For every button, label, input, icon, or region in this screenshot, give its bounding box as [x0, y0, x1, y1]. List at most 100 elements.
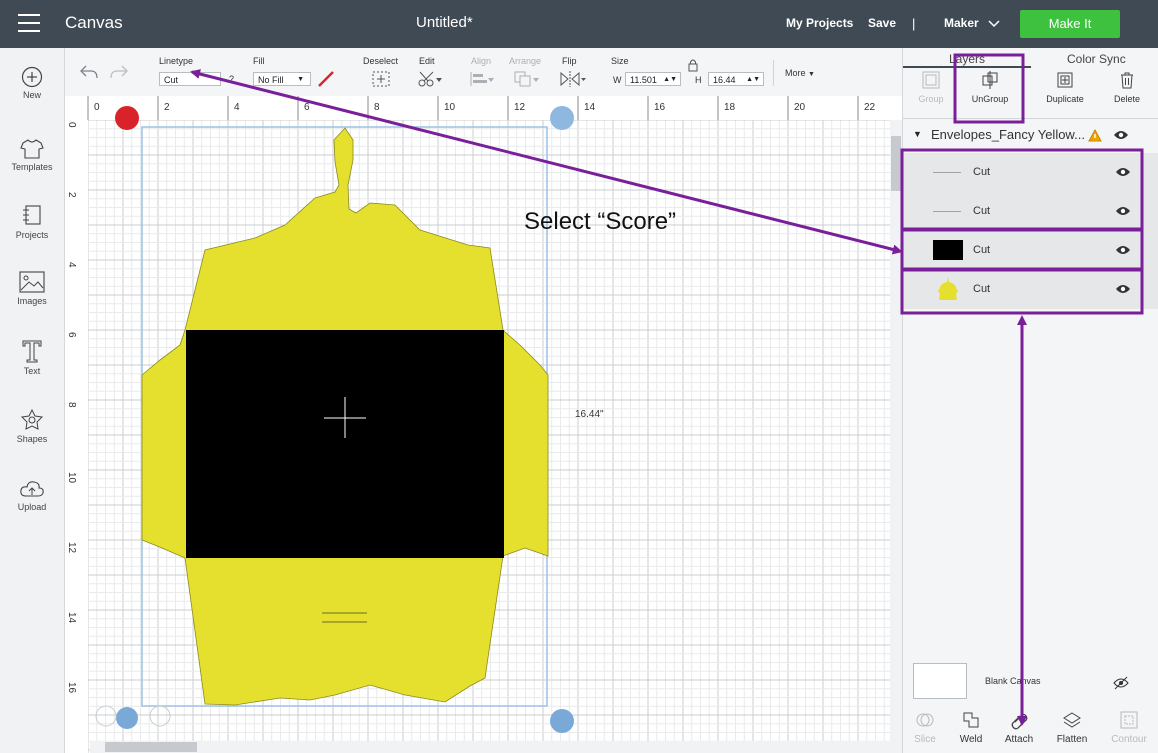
ruler-tick-label: 12 [66, 542, 77, 554]
document-title[interactable]: Untitled* [416, 14, 473, 31]
caret-down-icon: ▼ [808, 71, 815, 78]
machine-selector[interactable]: Maker [944, 16, 1000, 30]
weld-button[interactable]: Weld [949, 710, 993, 745]
collapse-caret-icon[interactable]: ▼ [913, 129, 922, 139]
redo-icon[interactable] [109, 64, 129, 80]
eye-icon[interactable] [1113, 129, 1129, 141]
delete-handle [115, 106, 139, 130]
vertical-scrollbar-thumb [891, 136, 901, 191]
sidebar-item-label: Projects [15, 230, 49, 240]
sidebar-item-label: Templates [11, 162, 53, 172]
ruler-tick-label: 12 [514, 102, 526, 113]
linetype-select[interactable]: Cut [159, 72, 221, 86]
fill-label: Fill [253, 56, 265, 66]
ruler-tick-label: 16 [654, 102, 666, 113]
group-name: Envelopes_Fancy Yellow... [931, 127, 1085, 142]
flip-icon[interactable] [559, 70, 587, 88]
hamburger-menu-icon[interactable] [18, 14, 40, 34]
layer-row[interactable]: Cut [903, 270, 1158, 309]
sidebar-item-templates[interactable]: Templates [0, 138, 64, 172]
sidebar-item-text[interactable]: Text [0, 338, 64, 376]
weld-label: Weld [959, 734, 983, 745]
left-sidebar: New Templates Projects Images Text Shape… [0, 48, 65, 753]
pen-color-icon[interactable] [317, 70, 335, 88]
layers-panel: Layers Color Sync Group UnGroup Duplicat… [902, 48, 1158, 753]
linetype-label: Linetype [159, 56, 194, 66]
sidebar-item-label: Upload [17, 502, 47, 512]
eye-icon[interactable] [1115, 166, 1131, 178]
scissors-icon[interactable] [417, 70, 443, 88]
more-button[interactable]: More ▼ [785, 68, 815, 78]
sidebar-item-upload[interactable]: Upload [0, 478, 64, 512]
tab-layers[interactable]: Layers [949, 52, 985, 66]
sidebar-item-label: Images [17, 296, 47, 306]
ruler-tick-label: 2 [164, 102, 170, 113]
attach-button[interactable]: Attach [997, 710, 1041, 745]
save-link[interactable]: Save [868, 16, 896, 30]
horizontal-scrollbar-thumb [105, 742, 197, 752]
delete-label: Delete [1113, 94, 1140, 104]
ruler-tick-label: 10 [444, 102, 456, 113]
width-input[interactable]: 11.501 ▲▼ [625, 72, 681, 86]
eye-icon[interactable] [1115, 244, 1131, 256]
tab-color-sync[interactable]: Color Sync [1067, 52, 1126, 66]
sidebar-item-projects[interactable]: Projects [0, 204, 64, 240]
rotate-handle [550, 106, 574, 130]
ruler-tick-label: 14 [584, 102, 596, 113]
height-input[interactable]: 16.44 ▲▼ [708, 72, 764, 86]
layer-row[interactable]: Cut [903, 231, 1158, 270]
my-projects-link[interactable]: My Projects [786, 16, 853, 30]
arrange-icon[interactable] [513, 70, 541, 88]
toolbar-divider [773, 60, 774, 86]
sidebar-item-images[interactable]: Images [0, 270, 64, 306]
delete-button[interactable]: Delete [1099, 70, 1155, 104]
eye-icon[interactable] [1115, 205, 1131, 217]
layer-row[interactable]: Cut [903, 192, 1158, 231]
width-value: 11.501 [630, 75, 657, 85]
slice-label: Slice [914, 734, 936, 745]
ruler-tick-label: 0 [66, 122, 77, 128]
machine-label: Maker [944, 16, 979, 30]
flatten-icon [1063, 712, 1081, 728]
duplicate-icon [1057, 72, 1073, 88]
paperclip-icon [1011, 713, 1028, 730]
sidebar-item-shapes[interactable]: Shapes [0, 408, 64, 444]
make-it-button[interactable]: Make It [1020, 10, 1120, 38]
ungroup-button[interactable]: UnGroup [962, 70, 1018, 104]
fill-value: No Fill [258, 75, 284, 85]
ruler-tick-label: 20 [794, 102, 806, 113]
top-header: Canvas Untitled* My Projects Save | Make… [0, 0, 1158, 48]
canvas-grid[interactable]: 0 2 4 6 8 10 12 14 16 18 20 22 0 2 4 6 8 10 12 14 16 16.44" [65, 96, 902, 753]
caret-down-icon: ▼ [297, 76, 304, 83]
eye-icon[interactable] [1115, 283, 1131, 295]
align-label: Align [471, 56, 492, 66]
align-icon[interactable] [469, 70, 495, 88]
flatten-button[interactable]: Flatten [1050, 710, 1094, 745]
slice-button[interactable]: Slice [903, 710, 947, 745]
fill-select[interactable]: No Fill ▼ [253, 72, 311, 86]
duplicate-button[interactable]: Duplicate [1037, 70, 1093, 104]
ruler-tick-label: 22 [864, 102, 876, 113]
projects-icon [23, 205, 41, 225]
edit-label: Edit [419, 56, 435, 66]
undo-icon[interactable] [79, 64, 99, 80]
duplicate-label: Duplicate [1046, 94, 1084, 104]
horizontal-scrollbar-track [90, 741, 890, 753]
deselect-label: Deselect [363, 56, 399, 66]
blank-canvas-row[interactable]: Blank Canvas [903, 654, 1158, 702]
group-button[interactable]: Group [903, 70, 959, 104]
layer-group-header[interactable]: ▼ Envelopes_Fancy Yellow... [903, 124, 1143, 148]
layer-row[interactable]: Cut [903, 153, 1158, 192]
design-canvas[interactable]: 0 2 4 6 8 10 12 14 16 18 20 22 0 2 4 6 8 10 12 14 16 16.44" [65, 96, 902, 753]
stepper-icon: ▲▼ [746, 76, 760, 83]
lock-icon[interactable] [687, 58, 699, 72]
eye-hidden-icon[interactable] [1113, 676, 1129, 690]
shapes-icon [20, 408, 44, 430]
deselect-icon[interactable] [371, 70, 391, 88]
arrange-label: Arrange [509, 56, 542, 66]
sidebar-item-new[interactable]: New [0, 66, 64, 100]
contour-button[interactable]: Contour [1107, 710, 1151, 745]
blank-canvas-swatch [913, 663, 967, 699]
help-icon[interactable]: ? [229, 74, 234, 84]
edit-toolbar: Linetype Cut ? Fill No Fill ▼ Deselect E… [65, 48, 902, 97]
